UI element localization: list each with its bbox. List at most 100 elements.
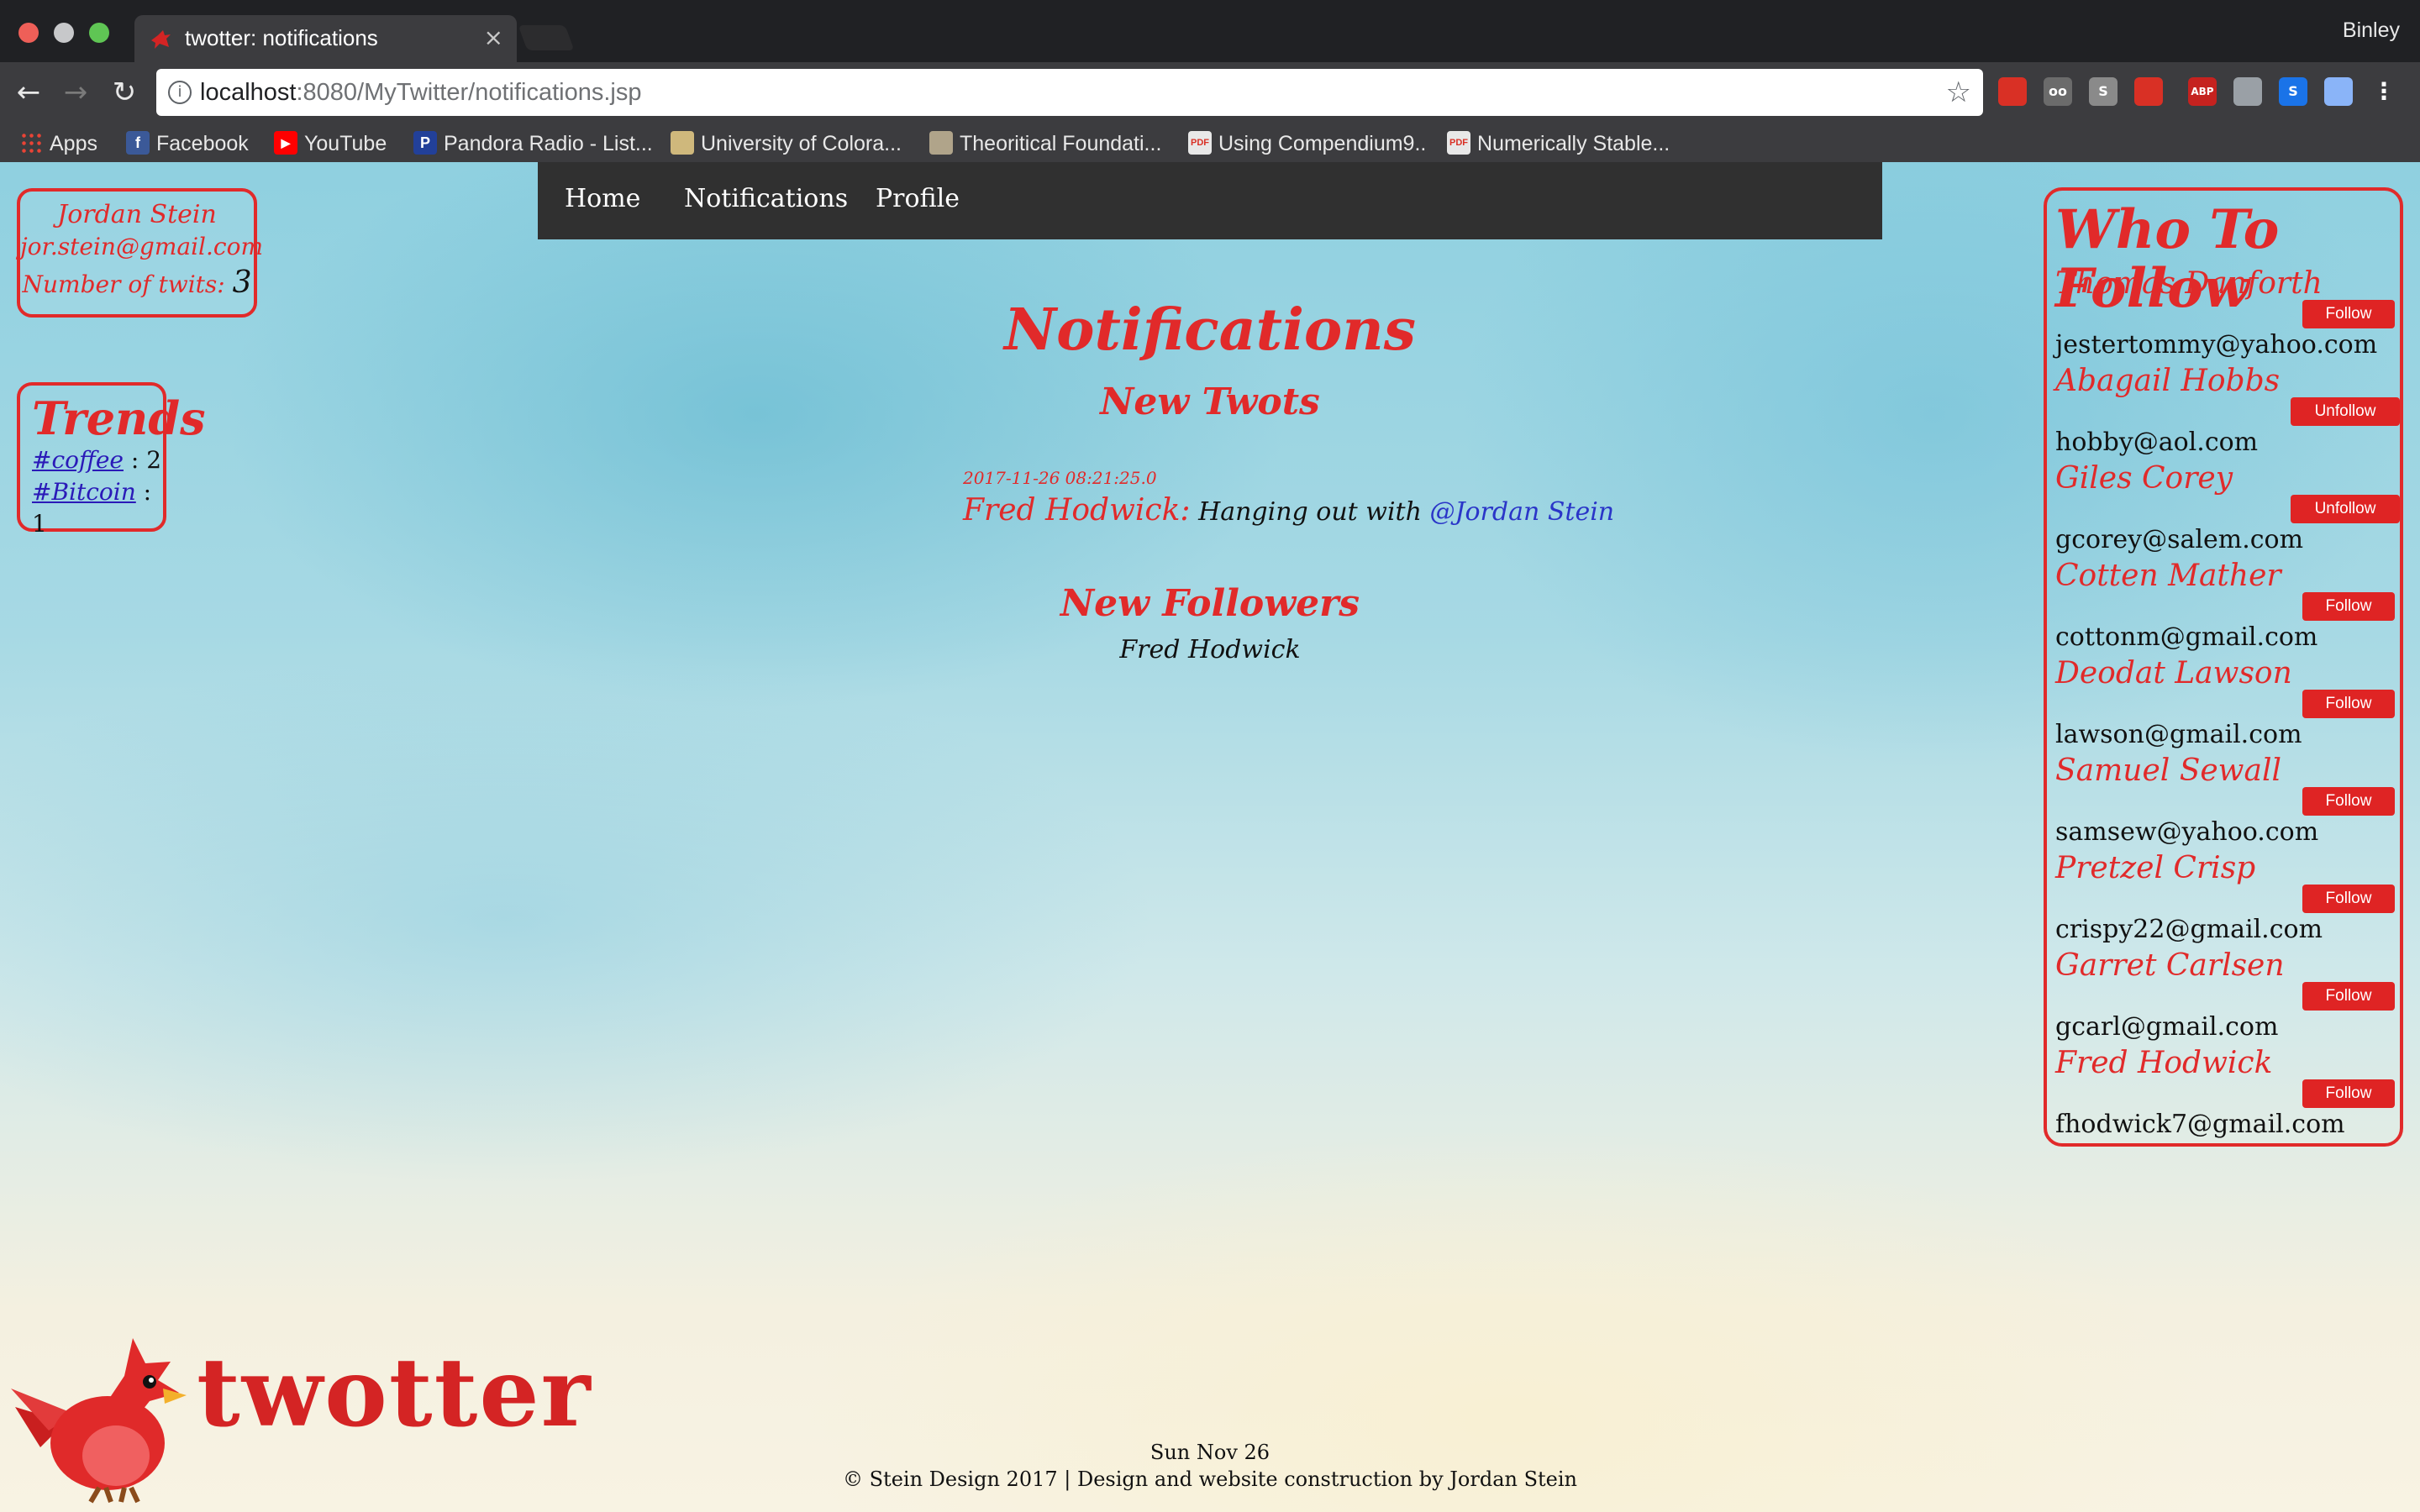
address-bar[interactable]: i localhost:8080/MyTwitter/notifications…: [156, 69, 1983, 116]
suggestion-name: Thomas Danforth: [2055, 266, 2323, 301]
suggestion-name: Garret Carlsen: [2055, 948, 2285, 983]
follow-suggestion: Giles Corey Unfollow gcorey@salem.com: [2055, 461, 2400, 559]
extension-cat-icon[interactable]: [2233, 77, 2262, 106]
bookmark-apps[interactable]: Apps: [20, 129, 97, 159]
facebook-icon: f: [126, 131, 150, 155]
footer-copyright: © Stein Design 2017 | Design and website…: [842, 1467, 1578, 1491]
bookmark-youtube[interactable]: ▶ YouTube: [274, 129, 387, 159]
pandora-icon: P: [413, 131, 437, 155]
suggestion-email: lawson@gmail.com: [2055, 720, 2302, 749]
pdf-icon: PDF: [1447, 131, 1470, 155]
nav-home[interactable]: Home: [565, 184, 640, 213]
close-window-button[interactable]: [18, 23, 39, 43]
bookmark-star-icon[interactable]: ☆: [1946, 76, 1971, 109]
trend-row: #Bitcoin : 1: [32, 476, 163, 540]
new-tab-button[interactable]: [518, 25, 575, 50]
suggestion-email: samsew@yahoo.com: [2055, 817, 2319, 847]
follow-suggestion: Deodat Lawson Follow lawson@gmail.com: [2055, 656, 2400, 753]
new-followers-title: New Followers: [1060, 582, 1360, 625]
follow-button[interactable]: Follow: [2302, 300, 2395, 328]
suggestion-email: gcorey@salem.com: [2055, 525, 2304, 554]
follow-suggestion: Samuel Sewall Follow samsew@yahoo.com: [2055, 753, 2400, 851]
trend-tag-link[interactable]: #Bitcoin: [32, 478, 136, 506]
follow-suggestion: Garret Carlsen Follow gcarl@gmail.com: [2055, 948, 2400, 1046]
who-to-follow-panel: Who To Follow Thomas Danforth Follow jes…: [2044, 187, 2403, 1147]
unfollow-button[interactable]: Unfollow: [2291, 397, 2400, 426]
extension-red-icon[interactable]: [2134, 77, 2163, 106]
site-info-icon[interactable]: i: [168, 81, 192, 104]
suggestion-name: Samuel Sewall: [2055, 753, 2281, 788]
youtube-icon: ▶: [274, 131, 297, 155]
adblock-plus-icon[interactable]: ABP: [2188, 77, 2217, 106]
back-arrow-icon[interactable]: ←: [12, 76, 45, 109]
nav-notifications[interactable]: Notifications: [684, 184, 848, 213]
browser-menu-icon[interactable]: ⋮: [2370, 77, 2398, 106]
follow-button[interactable]: Follow: [2302, 885, 2395, 913]
extension-cube-icon[interactable]: [2324, 77, 2353, 106]
pdf-icon: PDF: [1188, 131, 1212, 155]
browser-titlebar: twotter: notifications × Binley: [0, 0, 2420, 62]
suggestion-email: fhodwick7@gmail.com: [2055, 1110, 2345, 1139]
user-card: Jordan Stein jor.stein@gmail.com Number …: [17, 188, 263, 318]
main-nav: Home Notifications Profile: [538, 162, 1882, 239]
apps-grid-icon: [20, 131, 43, 155]
trends-title: Trends: [32, 391, 206, 445]
bookmark-theoritical[interactable]: Theoritical Foundati...: [929, 129, 1161, 159]
tab-title: twotter: notifications: [185, 25, 378, 50]
trends-card: Trends #coffee : 2 #Bitcoin : 1: [17, 382, 206, 538]
suggestion-email: gcarl@gmail.com: [2055, 1012, 2279, 1042]
extension-glasses-icon[interactable]: oo: [2044, 77, 2072, 106]
footer: Sun Nov 26 © Stein Design 2017 | Design …: [0, 1439, 2420, 1493]
trend-row: #coffee : 2: [32, 444, 163, 476]
trend-count: : 2: [123, 446, 162, 474]
follow-button[interactable]: Follow: [2302, 592, 2395, 621]
book-icon: [929, 131, 953, 155]
follow-button[interactable]: Follow: [2302, 690, 2395, 718]
suggestion-email: cottonm@gmail.com: [2055, 622, 2318, 652]
reload-icon[interactable]: ↻: [108, 76, 141, 109]
url-text[interactable]: localhost:8080/MyTwitter/notifications.j…: [200, 79, 641, 107]
page-content: Jordan Stein jor.stein@gmail.com Number …: [0, 162, 2420, 1512]
university-icon: [671, 131, 694, 155]
follow-suggestion: Abagail Hobbs Unfollow hobby@aol.com: [2055, 364, 2400, 461]
suggestion-name: Giles Corey: [2055, 461, 2233, 496]
follower-name: Fred Hodwick: [1119, 635, 1301, 664]
extension-s-icon[interactable]: S: [2089, 77, 2118, 106]
suggestion-email: hobby@aol.com: [2055, 428, 2259, 457]
follow-suggestion: Fred Hodwick Follow fhodwick7@gmail.com: [2055, 1046, 2400, 1143]
browser-tab-active[interactable]: twotter: notifications ×: [134, 15, 517, 62]
extension-shield-icon[interactable]: [1998, 77, 2027, 106]
bookmarks-bar: Apps f Facebook ▶ YouTube P Pandora Radio -…: [0, 125, 2420, 162]
maximize-window-button[interactable]: [89, 23, 109, 43]
suggestion-email: jestertommy@yahoo.com: [2055, 330, 2378, 360]
page-title: Notifications: [1004, 297, 1416, 364]
minimize-window-button[interactable]: [54, 23, 74, 43]
notifications-section: Notifications New Twots 2017-11-26 08:21…: [538, 297, 1882, 664]
footer-date: Sun Nov 26: [1150, 1441, 1270, 1464]
bookmark-university[interactable]: University of Colora...: [671, 129, 902, 159]
bookmark-numerically[interactable]: PDF Numerically Stable...: [1447, 129, 1670, 159]
logo-wordmark: twotter: [197, 1338, 592, 1448]
follow-button[interactable]: Follow: [2302, 1079, 2395, 1108]
bookmark-compendium[interactable]: PDF Using Compendium9..: [1188, 129, 1426, 159]
user-name: Jordan Stein: [57, 200, 217, 229]
user-email: jor.stein@gmail.com: [20, 233, 263, 260]
nav-profile[interactable]: Profile: [876, 184, 960, 213]
follow-button[interactable]: Follow: [2302, 982, 2395, 1011]
follow-button[interactable]: Follow: [2302, 787, 2395, 816]
twit-count-value: 3: [232, 265, 252, 300]
forward-arrow-icon[interactable]: →: [59, 76, 92, 109]
bookmark-pandora[interactable]: P Pandora Radio - List...: [413, 129, 653, 159]
twot-item: 2017-11-26 08:21:25.0 Fred Hodwick: Hang…: [963, 468, 1614, 528]
new-followers-section: New Followers Fred Hodwick: [538, 582, 1882, 664]
unfollow-button[interactable]: Unfollow: [2291, 495, 2400, 523]
tab-close-icon[interactable]: ×: [484, 24, 503, 51]
twot-text: Hanging out with: [1190, 497, 1430, 527]
twotter-bird-icon: [151, 30, 171, 49]
suggestion-name: Pretzel Crisp: [2055, 851, 2256, 885]
bookmark-facebook[interactable]: f Facebook: [126, 129, 249, 159]
twot-mention-link[interactable]: @Jordan Stein: [1429, 497, 1614, 527]
browser-profile-name[interactable]: Binley: [2343, 18, 2400, 43]
extension-skype-icon[interactable]: S: [2279, 77, 2307, 106]
trend-tag-link[interactable]: #coffee: [32, 446, 124, 474]
